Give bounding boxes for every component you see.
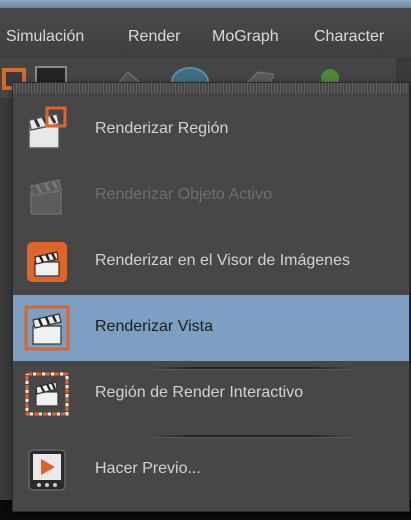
menu-item-label: Renderizar Región	[95, 120, 229, 137]
render-picture-viewer-icon	[27, 242, 67, 282]
menubar: Simulación Render MoGraph Character	[0, 8, 411, 59]
render-active-object-icon	[30, 179, 62, 215]
menu-item-label: Renderizar en el Visor de Imágenes	[95, 252, 350, 269]
menu-item-label: Renderizar Objeto Activo	[95, 186, 272, 203]
render-dropdown-menu: Renderizar Región Renderizar Objeto Acti…	[12, 82, 410, 512]
menu-item-render-view[interactable]: Renderizar Vista	[13, 295, 409, 361]
menu-render[interactable]: Render	[128, 28, 180, 46]
menu-item-label: Región de Render Interactivo	[95, 384, 304, 401]
menu-mograph[interactable]: MoGraph	[212, 28, 279, 46]
interactive-render-region-icon	[25, 372, 69, 416]
window-title-strip	[0, 0, 411, 8]
menu-item-render-active-object[interactable]: Renderizar Objeto Activo	[13, 163, 409, 229]
menu-simulacion[interactable]: Simulación	[6, 28, 84, 46]
menu-character[interactable]: Character	[314, 28, 384, 46]
menu-item-render-picture-viewer[interactable]: Renderizar en el Visor de Imágenes	[13, 229, 409, 295]
menu-item-make-preview[interactable]: Hacer Previo...	[13, 437, 409, 503]
render-view-icon	[24, 305, 70, 351]
menu-item-interactive-render-region[interactable]: Región de Render Interactivo	[13, 361, 409, 427]
menu-item-label: Renderizar Vista	[95, 318, 213, 335]
application-window: Simulación Render MoGraph Character Rend…	[0, 0, 411, 520]
render-region-icon	[28, 106, 67, 149]
make-preview-icon	[28, 449, 66, 491]
menu-item-render-region[interactable]: Renderizar Región	[13, 97, 409, 163]
tear-off-grip[interactable]	[13, 83, 409, 93]
menu-item-label: Hacer Previo...	[95, 460, 201, 477]
